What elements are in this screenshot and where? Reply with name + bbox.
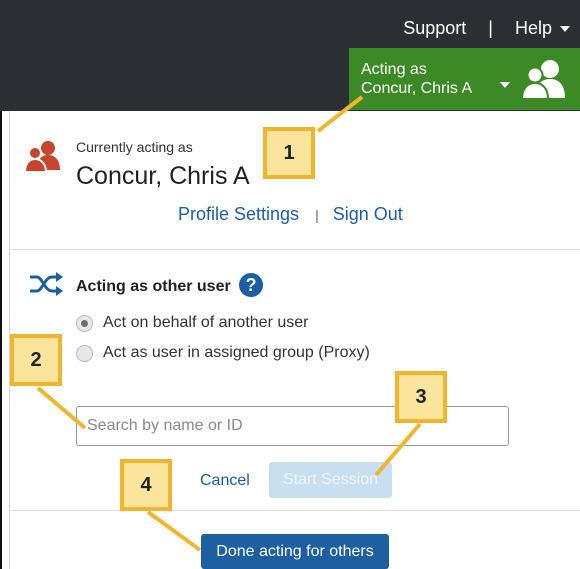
help-icon[interactable]: ?	[239, 273, 263, 297]
profile-links: Profile Settings | Sign Out	[178, 204, 403, 225]
top-links: Support | Help	[403, 18, 570, 39]
acting-as-button[interactable]: Acting as Concur, Chris A	[349, 48, 580, 110]
shuffle-icon	[30, 272, 63, 296]
chevron-down-icon	[500, 82, 510, 88]
acting-other-user-title: Acting as other user	[76, 278, 231, 295]
radio-label: Act as user in assigned group (Proxy)	[103, 344, 370, 361]
footer-divider	[9, 510, 580, 511]
section-divider	[9, 249, 580, 250]
callout-3: 3	[395, 371, 447, 423]
header-separator: |	[488, 18, 493, 38]
done-acting-button[interactable]: Done acting for others	[201, 534, 389, 569]
user-group-icon	[24, 141, 60, 173]
currently-acting-label: Currently acting as	[76, 139, 193, 155]
callout-1: 1	[263, 127, 315, 179]
help-label: Help	[514, 18, 552, 38]
users-icon	[521, 60, 565, 100]
acting-as-user: Concur, Chris A	[361, 80, 473, 97]
callout-4: 4	[120, 459, 172, 511]
radio-act-on-behalf[interactable]: Act on behalf of another user	[76, 314, 308, 332]
help-menu[interactable]: Help	[515, 18, 570, 39]
links-separator: |	[315, 206, 319, 223]
top-header: Support | Help Acting as Concur, Chris A	[0, 0, 580, 111]
cancel-button[interactable]: Cancel	[200, 472, 250, 490]
radio-label: Act on behalf of another user	[103, 314, 309, 331]
current-user-name: Concur, Chris A	[76, 162, 250, 190]
profile-settings-link[interactable]: Profile Settings	[178, 204, 299, 225]
callout-2: 2	[10, 334, 62, 386]
acting-as-label: Acting as	[361, 61, 427, 78]
sign-out-link[interactable]: Sign Out	[333, 204, 403, 225]
start-session-button[interactable]: Start Session	[269, 462, 392, 498]
radio-button[interactable]	[76, 344, 93, 362]
support-link[interactable]: Support	[403, 18, 466, 39]
radio-button-checked[interactable]	[76, 314, 93, 332]
radio-act-as-proxy[interactable]: Act as user in assigned group (Proxy)	[76, 344, 370, 362]
chevron-down-icon	[560, 26, 570, 33]
